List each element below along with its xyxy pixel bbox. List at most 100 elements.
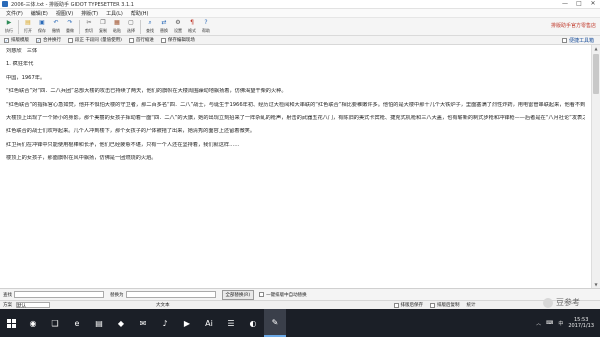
option-checkbox[interactable]	[160, 37, 166, 43]
options-bar: ✓ 排版模版 ✓ 合并换行 段正 干段同 (量值使用) 首行缩进 保存编辑现场 便捷工具箱	[0, 36, 600, 45]
toolbar-button-undo[interactable]: ↶ 撤销	[49, 18, 63, 35]
option-item[interactable]: ✓ 合并换行	[36, 37, 61, 43]
menu-file[interactable]: 文件(F)	[6, 10, 23, 17]
promo-link[interactable]: 排版助手官方零售店	[551, 22, 596, 29]
taskbar-app-icon[interactable]: ◉	[22, 309, 44, 337]
auto-replace-label: 一键排版中自动替换	[266, 292, 307, 298]
option-checkbox[interactable]	[68, 37, 73, 43]
replace-all-button[interactable]: 全部替换(R)	[221, 289, 255, 300]
encoding-status: 大文本	[156, 303, 170, 308]
find-label: 查找	[3, 292, 12, 298]
taskbar-app-icon[interactable]: ◐	[242, 309, 264, 337]
toolbar-button-redo[interactable]: ↷ 重做	[63, 18, 77, 35]
keyboard-icon[interactable]: ⌨	[546, 320, 553, 326]
close-button[interactable]: ✕	[586, 0, 600, 8]
menu-edit[interactable]: 编辑(E)	[31, 10, 48, 17]
option-item[interactable]: ✓ 排版模版	[4, 37, 29, 43]
document-line: “红色联合”的指挥官心急如焚，他并不惧怕大楼的守卫者，那二百多名“四．二八”战士…	[6, 101, 585, 108]
menu-typeset[interactable]: 排版(T)	[81, 10, 98, 17]
replace-input[interactable]	[125, 291, 216, 298]
taskbar-app-icon[interactable]: ✉	[132, 309, 154, 337]
find-input[interactable]	[14, 291, 104, 298]
option-checkbox[interactable]: ✓	[4, 37, 9, 43]
toolbar-separator	[79, 20, 80, 34]
toolbar-label: 选择	[127, 28, 135, 33]
toolbar-label: 格式	[188, 28, 196, 33]
toolbox-checkbox[interactable]	[561, 37, 567, 43]
save-after-option[interactable]: 排版后保存	[393, 302, 423, 308]
option-checkbox[interactable]	[128, 37, 134, 43]
toolbar-button-open[interactable]: ▤ 打开	[21, 18, 35, 35]
menu-help[interactable]: 帮助(H)	[131, 10, 149, 17]
taskbar-app-icon[interactable]: ▶	[176, 309, 198, 337]
maximize-button[interactable]: □	[572, 0, 586, 8]
document-line: 1. 疯狂年代	[6, 61, 34, 68]
toolbar-label: 替换	[160, 28, 168, 33]
option-label: 排版模版	[11, 38, 29, 43]
toolbar-button-select[interactable]: ▢ 选择	[124, 18, 138, 35]
menu-bar: 文件(F) 编辑(E) 视图(V) 排版(T) 工具(L) 帮助(H)	[0, 9, 600, 18]
minimize-button[interactable]: —	[558, 0, 572, 8]
copy-after-checkbox[interactable]	[430, 302, 435, 308]
taskbar-app-icon[interactable]: ✎	[264, 309, 286, 337]
vertical-scrollbar[interactable]: ▲ ▼	[591, 45, 600, 288]
scroll-up-icon[interactable]: ▲	[592, 45, 600, 52]
taskbar-app-icon[interactable]: ♪	[154, 309, 176, 337]
copy-icon: ❐	[100, 19, 106, 26]
toolbar-button-run[interactable]: ▶ 执行	[2, 18, 16, 35]
toolbar-separator	[140, 20, 141, 34]
toolbar-button-paste[interactable]: ▦ 粘贴	[110, 18, 124, 35]
taskbar-app-icon[interactable]: e	[66, 309, 88, 337]
taskbar-app-icon[interactable]: Ai	[198, 309, 220, 337]
document-line: 中国，1967年。	[6, 74, 46, 81]
toolbar-button-replace[interactable]: ⇄ 替换	[157, 18, 171, 35]
auto-replace-option[interactable]: 一键排版中自动替换	[259, 292, 307, 298]
toolbar-label: 打开	[24, 28, 32, 33]
watermark: 豆参考	[543, 297, 580, 308]
scheme-label: 方案	[3, 303, 12, 308]
start-button[interactable]	[0, 309, 22, 337]
settings-icon: ⚙	[175, 19, 181, 26]
find-bar: 查找 替换为 全部替换(R) 一键排版中自动替换	[0, 288, 600, 300]
toolbar-button-settings[interactable]: ⚙ 设置	[171, 18, 185, 35]
option-item[interactable]: 段正 干段同 (量值使用)	[68, 37, 122, 43]
toolbar-button-find[interactable]: ⌕ 查找	[143, 18, 157, 35]
option-item[interactable]: 首行缩进	[128, 37, 154, 43]
document-line: 楼顶上的女孩子，那面旗帜在风中飘扬，仿佛是一团燃烧的火焰。	[6, 155, 157, 162]
title-bar: 2006-三体.txt - 排版助手 GIDOT TYPESETTER 3.1.…	[0, 0, 600, 9]
taskbar-app-icon[interactable]: ▤	[88, 309, 110, 337]
status-bar: 方案 默认 大文本 排版后保存 排版后复制 统计	[0, 300, 600, 309]
taskbar-app-icon[interactable]: ❑	[44, 309, 66, 337]
tray-expand-icon[interactable]: ︿	[536, 320, 541, 327]
document-editor[interactable]: 刘慈欣 三体 1. 疯狂年代 中国，1967年。 “红色联合”对“四．二八兵团”总部大…	[0, 45, 591, 288]
toolbar-label: 设置	[174, 28, 182, 33]
scroll-down-icon[interactable]: ▼	[592, 281, 600, 288]
taskbar-app-icon[interactable]: ◆	[110, 309, 132, 337]
toolbar-button-cut[interactable]: ✂ 剪切	[82, 18, 96, 35]
toolbar-button-copy[interactable]: ❐ 复制	[96, 18, 110, 35]
format-icon: ¶	[190, 19, 194, 26]
menu-tools[interactable]: 工具(L)	[106, 10, 123, 17]
taskbar-app-icon[interactable]: ☰	[220, 309, 242, 337]
replace-icon: ⇄	[161, 19, 167, 26]
auto-replace-checkbox[interactable]	[259, 292, 265, 297]
save-after-checkbox[interactable]	[393, 302, 399, 308]
copy-after-option[interactable]: 排版后复制	[430, 302, 460, 308]
option-checkbox[interactable]: ✓	[36, 37, 41, 43]
toolbar-button-help[interactable]: ? 帮助	[199, 18, 213, 35]
document-line: 红卫兵们在冲锋中只能使用棍棒和长矛，他们已经疲惫不堪，只有一个人还在坚持着，我们…	[6, 141, 240, 148]
option-item[interactable]: 保存编辑现场	[160, 37, 195, 43]
scroll-thumb[interactable]	[593, 54, 599, 94]
scheme-select[interactable]: 默认	[16, 302, 50, 309]
replace-label: 替换为	[110, 292, 124, 298]
toolbar-button-format[interactable]: ¶ 格式	[185, 18, 199, 35]
menu-view[interactable]: 视图(V)	[56, 10, 73, 17]
toolbox-label: 便捷工具箱	[568, 37, 594, 44]
stats-label[interactable]: 统计	[467, 302, 476, 308]
option-label: 首行缩进	[135, 38, 154, 43]
toolbox-link[interactable]: 便捷工具箱	[561, 37, 594, 44]
ime-indicator[interactable]: 中	[558, 320, 563, 327]
toolbar-button-save[interactable]: ▣ 保存	[35, 18, 49, 35]
toolbar-label: 粘贴	[113, 28, 121, 33]
clock[interactable]: 15:53 2017/1/13	[568, 317, 594, 329]
